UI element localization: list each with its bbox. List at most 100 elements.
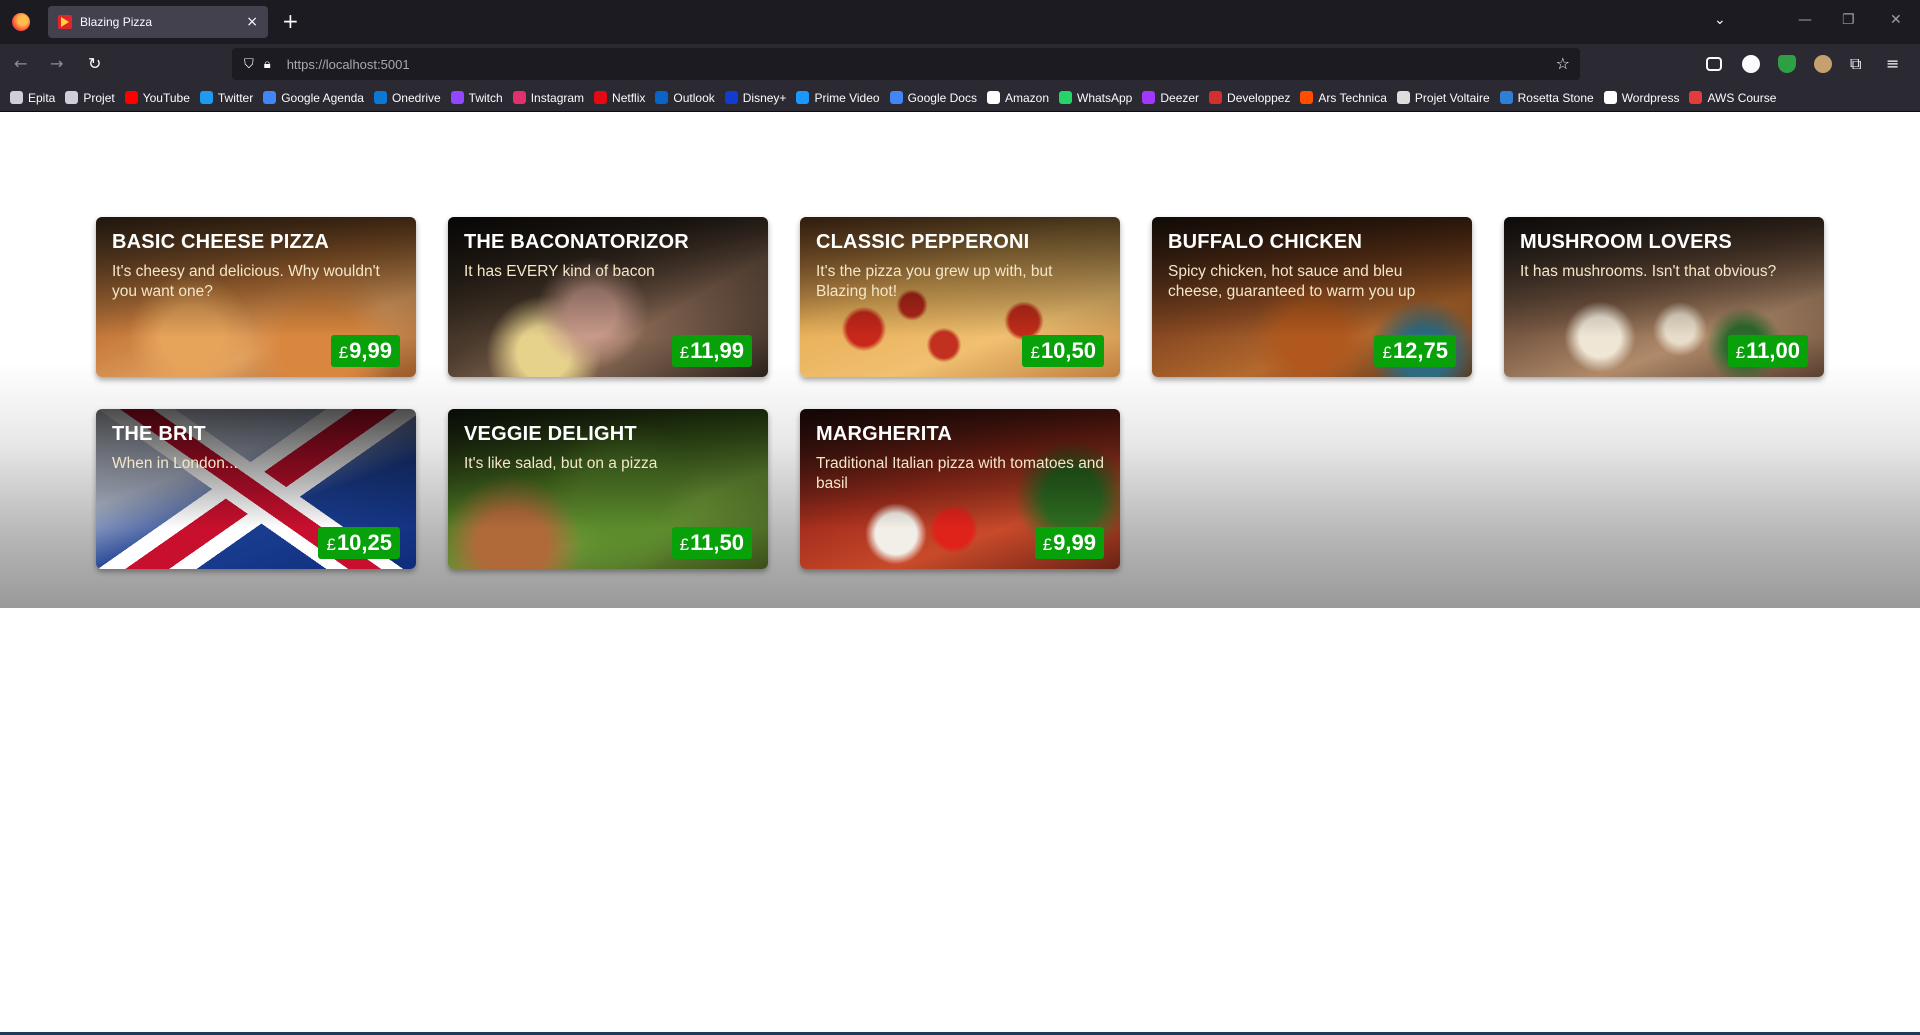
- currency-symbol: £: [1030, 343, 1040, 362]
- bookmark-projet-voltaire[interactable]: Projet Voltaire: [1396, 90, 1490, 105]
- price-badge: £11,99: [671, 335, 752, 367]
- url-bar[interactable]: ⛉ 🔒︎ https://localhost:5001 ☆: [232, 48, 1580, 80]
- nav-bar: ← → ↻ ⛉ 🔒︎ https://localhost:5001 ☆ ⧉ ≡: [0, 44, 1920, 84]
- bookmark-label: Amazon: [1004, 90, 1049, 105]
- pizza-name: BUFFALO CHICKEN: [1168, 231, 1363, 253]
- list-tabs-chevron-icon[interactable]: ⌄: [1714, 12, 1726, 28]
- bookmark-google-agenda[interactable]: Google Agenda: [263, 91, 364, 105]
- bookmark-favicon-icon: [1059, 91, 1072, 104]
- bookmark-favicon-icon: [199, 91, 213, 104]
- pizza-description: Traditional Italian pizza with tomatoes …: [816, 455, 1105, 492]
- pizza-card[interactable]: MARGHERITA Traditional Italian pizza with…: [800, 409, 1120, 569]
- currency-symbol: £: [679, 535, 690, 554]
- bookmark-label: Epita: [28, 90, 56, 105]
- pizza-favicon-icon: [58, 15, 72, 29]
- bookmark-wordpress[interactable]: Wordpress: [1603, 90, 1680, 105]
- pizza-description: It's like salad, but on a pizza: [464, 455, 658, 472]
- pizza-name: BASIC CHEESE PIZZA: [112, 231, 329, 253]
- url-text[interactable]: https://localhost:5001: [287, 57, 410, 72]
- currency-symbol: £: [338, 343, 349, 362]
- pizza-name: MARGHERITA: [816, 423, 953, 445]
- currency-symbol: £: [1735, 343, 1746, 362]
- bookmark-favicon-icon: [889, 91, 903, 104]
- pizza-card[interactable]: BASIC CHEESE PIZZA It's cheesy and delici…: [96, 217, 416, 377]
- bookmark-disney-[interactable]: Disney+: [724, 90, 787, 105]
- bookmark-label: Wordpress: [1621, 90, 1680, 105]
- pizza-card[interactable]: THE BACONATORIZOR It has EVERY kind of ba…: [448, 217, 768, 377]
- minimize-icon[interactable]: —: [1798, 12, 1812, 28]
- bookmark-favicon-icon: [796, 91, 810, 104]
- bookmark-whatsapp[interactable]: WhatsApp: [1059, 91, 1132, 105]
- bookmark-epita[interactable]: Epita: [10, 91, 55, 105]
- pizza-description: It's the pizza you grew up with, but Bla…: [816, 263, 1053, 300]
- lock-icon[interactable]: 🔒︎: [264, 57, 271, 72]
- bookmark-label: Disney+: [742, 90, 787, 105]
- pizza-card[interactable]: VEGGIE DELIGHT It's like salad, but on a …: [448, 409, 768, 569]
- price-value: 11,99: [690, 338, 744, 363]
- bookmark-netflix[interactable]: Netflix: [594, 91, 645, 105]
- bookmark-favicon-icon: [1499, 91, 1513, 104]
- pizza-card[interactable]: BUFFALO CHICKEN Spicy chicken, hot sauce …: [1152, 217, 1472, 377]
- price-value: 9,99: [1053, 530, 1096, 555]
- bookmark-favicon-icon: [1396, 91, 1410, 104]
- bookmark-favicon-icon: [65, 91, 79, 104]
- close-tab-icon[interactable]: ×: [246, 14, 258, 30]
- bookmark-favicon-icon: [724, 91, 738, 104]
- shield-icon[interactable]: ⛉: [244, 57, 254, 72]
- bookmark-outlook[interactable]: Outlook: [655, 91, 715, 105]
- bookmark-prime-video[interactable]: Prime Video: [796, 90, 880, 105]
- pizza-card[interactable]: MUSHROOM LOVERS It has mushrooms. Isn't t…: [1504, 217, 1824, 377]
- tab-title: Blazing Pizza: [80, 15, 153, 29]
- back-arrow-icon[interactable]: ←: [14, 54, 27, 73]
- pizza-description: It's cheesy and delicious. Why wouldn't …: [112, 263, 380, 300]
- bookmark-label: YouTube: [142, 90, 190, 105]
- bookmark-twitch[interactable]: Twitch: [450, 90, 503, 105]
- pizza-card[interactable]: CLASSIC PEPPERONI It's the pizza you grew…: [800, 217, 1120, 377]
- bookmark-instagram[interactable]: Instagram: [512, 91, 584, 105]
- pizza-grid: BASIC CHEESE PIZZA It's cheesy and delici…: [96, 217, 1824, 569]
- bookmark-developpez[interactable]: Developpez: [1209, 91, 1290, 105]
- bookmark-projet[interactable]: Projet: [65, 90, 115, 105]
- bookmark-onedrive[interactable]: Onedrive: [373, 91, 441, 105]
- bookmark-favicon-icon: [1689, 91, 1703, 104]
- forward-arrow-icon[interactable]: →: [50, 54, 63, 73]
- price-value: 11,00: [1746, 338, 1800, 363]
- reload-icon[interactable]: ↻: [88, 54, 101, 73]
- bookmark-favicon-icon: [1142, 91, 1156, 104]
- price-badge: £9,99: [330, 335, 400, 367]
- bookmark-ars-technica[interactable]: Ars Technica: [1300, 91, 1387, 105]
- bookmark-amazon[interactable]: Amazon: [986, 90, 1049, 105]
- bookmark-twitter[interactable]: Twitter: [199, 91, 253, 105]
- new-tab-button[interactable]: +: [282, 10, 299, 32]
- bookmark-label: Projet: [83, 90, 115, 105]
- bookmark-label: Twitch: [468, 90, 503, 105]
- bookmark-deezer[interactable]: Deezer: [1142, 91, 1199, 105]
- bookmark-label: Prime Video: [814, 90, 880, 105]
- menu-hamburger-icon[interactable]: ≡: [1886, 54, 1899, 73]
- extensions-puzzle-icon[interactable]: ⧉: [1850, 54, 1861, 74]
- bookmark-label: Developpez: [1227, 90, 1291, 105]
- browser-tab[interactable]: Blazing Pizza ×: [48, 6, 268, 38]
- firefox-icon[interactable]: [12, 13, 30, 31]
- bookmark-rosetta-stone[interactable]: Rosetta Stone: [1499, 91, 1594, 105]
- bookmark-aws-course[interactable]: AWS Course: [1689, 91, 1776, 105]
- bookmark-label: Projet Voltaire: [1414, 90, 1490, 105]
- price-badge: £11,50: [671, 527, 752, 559]
- pizza-card[interactable]: THE BRIT When in London... £10,25: [96, 409, 416, 569]
- pocket-icon[interactable]: [1706, 57, 1722, 71]
- pizza-description: It has mushrooms. Isn't that obvious?: [1520, 263, 1777, 280]
- bookmark-favicon-icon: [263, 91, 277, 104]
- bookmark-favicon-icon: [1209, 91, 1223, 104]
- bookmark-favicon-icon: [10, 91, 23, 104]
- price-value: 11,50: [690, 530, 744, 555]
- extension-p-icon[interactable]: [1742, 55, 1760, 73]
- price-badge: £9,99: [1034, 527, 1104, 559]
- extension-face-icon[interactable]: [1814, 55, 1832, 73]
- bookmark-star-icon[interactable]: ☆: [1556, 54, 1570, 73]
- restore-icon[interactable]: ❐: [1842, 12, 1855, 28]
- close-window-icon[interactable]: ✕: [1890, 12, 1902, 28]
- bookmark-google-docs[interactable]: Google Docs: [889, 90, 977, 105]
- bookmark-label: Google Docs: [907, 90, 977, 105]
- extension-shield-icon[interactable]: [1778, 55, 1796, 73]
- bookmark-youtube[interactable]: YouTube: [124, 90, 190, 105]
